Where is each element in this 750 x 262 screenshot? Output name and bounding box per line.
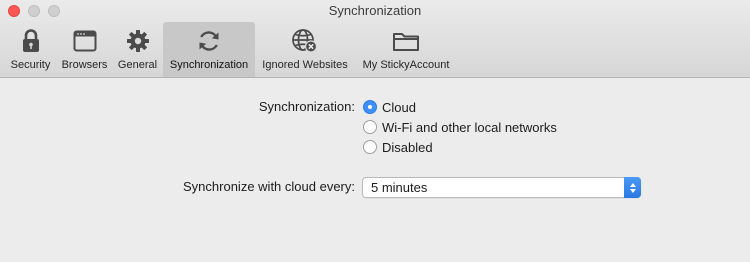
browser-window-icon [57, 28, 112, 54]
select-stepper[interactable] [624, 177, 641, 198]
radio-wifi-local[interactable]: Wi-Fi and other local networks [363, 118, 557, 136]
tab-security[interactable]: Security [5, 22, 56, 77]
radio-disabled[interactable]: Disabled [363, 138, 433, 156]
radio-cloud-label: Cloud [382, 99, 416, 115]
folder-icon [357, 28, 455, 54]
tab-general[interactable]: General [114, 22, 161, 77]
gear-icon [114, 28, 161, 54]
tab-synchronization[interactable]: Synchronization [163, 22, 255, 77]
sync-interval-value: 5 minutes [371, 180, 428, 195]
window-title: Synchronization [328, 3, 422, 18]
globe-blocked-icon [257, 28, 353, 54]
radio-wifi-local-label: Wi-Fi and other local networks [382, 119, 557, 135]
title-bar: Synchronization Security Browsers Genera… [0, 0, 750, 78]
tab-general-label: General [117, 59, 158, 71]
tab-synchronization-label: Synchronization [169, 59, 249, 71]
tab-ignored-websites[interactable]: Ignored Websites [257, 22, 353, 77]
radio-cloud-indicator[interactable] [363, 100, 377, 114]
preferences-window: Synchronization Security Browsers Genera… [0, 0, 750, 262]
tab-browsers-label: Browsers [61, 59, 108, 71]
sync-icon [163, 28, 255, 54]
tab-browsers[interactable]: Browsers [57, 22, 112, 77]
chevron-down-icon [629, 188, 636, 193]
radio-disabled-indicator[interactable] [363, 140, 377, 154]
radio-cloud[interactable]: Cloud [363, 98, 416, 116]
settings-content: Synchronization: Cloud Wi-Fi and other l… [0, 78, 750, 262]
sync-interval-select[interactable]: 5 minutes [362, 177, 641, 198]
tab-my-stickyaccount-label: My StickyAccount [362, 59, 450, 71]
radio-disabled-label: Disabled [382, 139, 433, 155]
tab-ignored-websites-label: Ignored Websites [262, 59, 348, 71]
chevron-up-icon [629, 182, 636, 187]
synchronization-label: Synchronization: [258, 99, 355, 114]
radio-wifi-local-indicator[interactable] [363, 120, 377, 134]
tab-security-label: Security [10, 59, 51, 71]
sync-interval-label: Synchronize with cloud every: [183, 179, 355, 194]
lock-icon [5, 28, 56, 54]
tab-my-stickyaccount[interactable]: My StickyAccount [357, 22, 455, 77]
